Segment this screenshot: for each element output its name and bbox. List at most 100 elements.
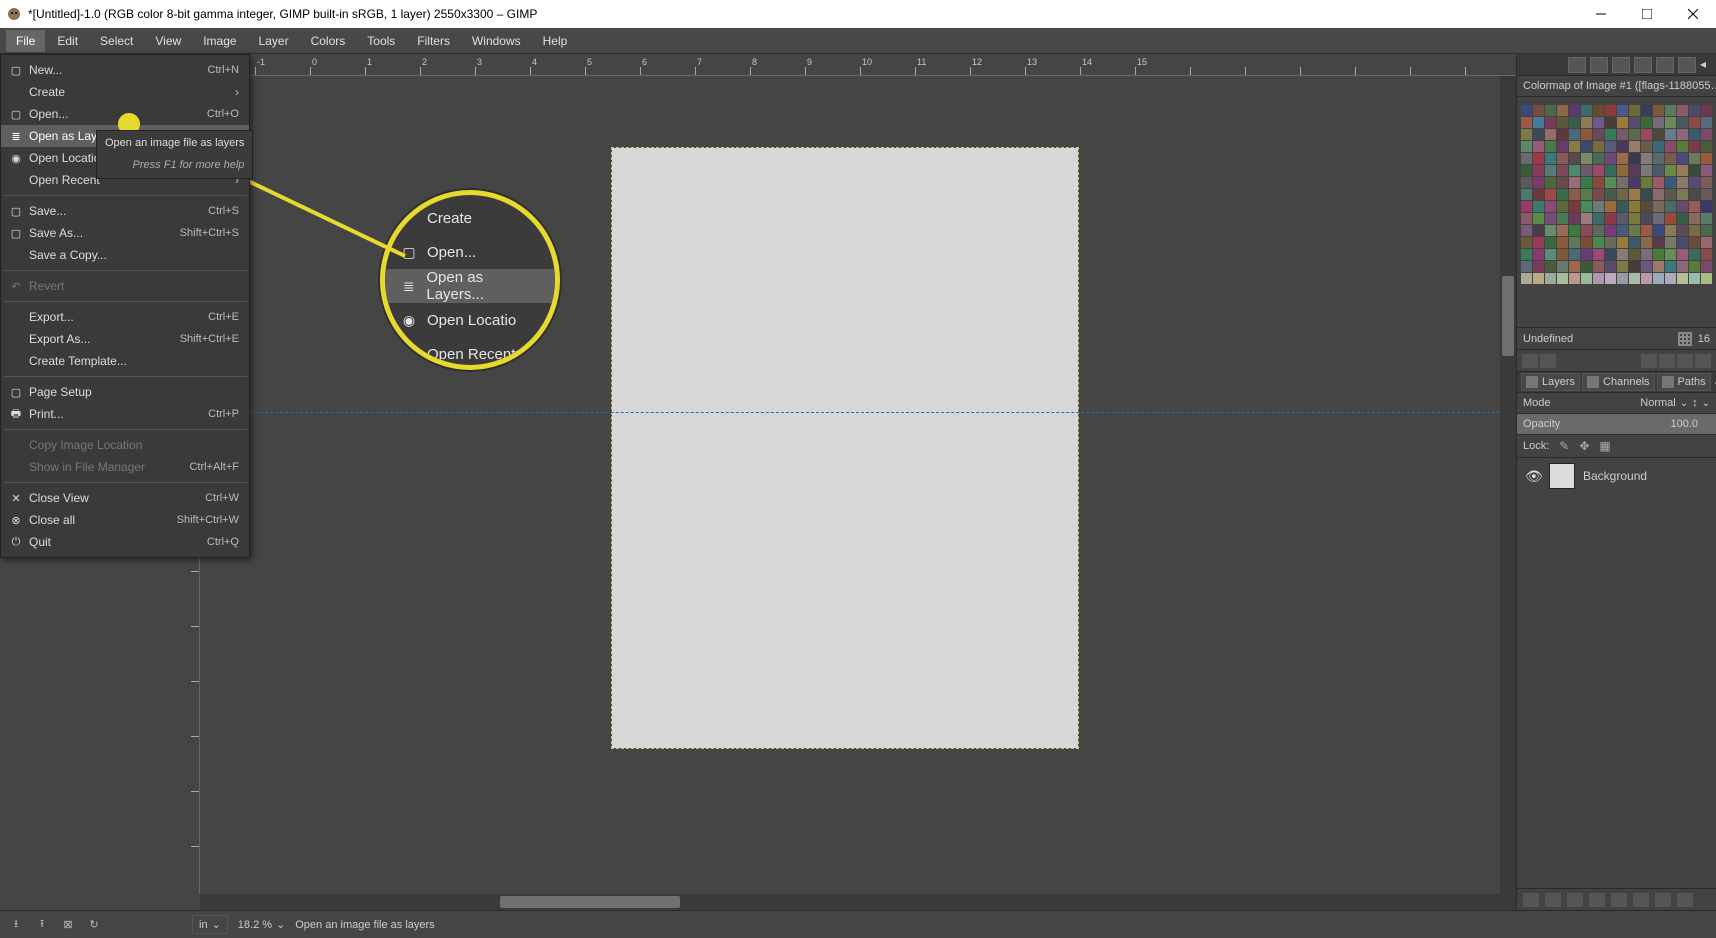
colormap-cell[interactable] <box>1677 141 1688 152</box>
colormap-cell[interactable] <box>1605 153 1616 164</box>
menu-view[interactable]: View <box>145 30 191 52</box>
colormap-cell[interactable] <box>1665 261 1676 272</box>
colormap-cell[interactable] <box>1557 177 1568 188</box>
menu-filters[interactable]: Filters <box>407 30 460 52</box>
colormap-cell[interactable] <box>1545 213 1556 224</box>
colormap-cell[interactable] <box>1545 153 1556 164</box>
colormap-cell[interactable] <box>1521 237 1532 248</box>
colormap-cell[interactable] <box>1677 249 1688 260</box>
colormap-cell[interactable] <box>1557 225 1568 236</box>
colormap-cell[interactable] <box>1653 237 1664 248</box>
colormap-cell[interactable] <box>1617 213 1628 224</box>
colormap-cell[interactable] <box>1605 129 1616 140</box>
colormap-cell[interactable] <box>1665 249 1676 260</box>
colormap-cell[interactable] <box>1665 201 1676 212</box>
colormap-cell[interactable] <box>1629 273 1640 284</box>
ruler-horizontal[interactable]: -2 -1 0 1 2 3 4 5 6 7 8 9 10 11 12 13 14… <box>200 54 1516 76</box>
maximize-button[interactable] <box>1624 0 1670 28</box>
colormap-cell[interactable] <box>1521 189 1532 200</box>
colormap-cell[interactable] <box>1677 117 1688 128</box>
status-icon[interactable]: ⭳ <box>8 917 24 933</box>
colormap-cell[interactable] <box>1545 165 1556 176</box>
colormap-cell[interactable] <box>1533 237 1544 248</box>
colormap-cell[interactable] <box>1533 213 1544 224</box>
colormap-cell[interactable] <box>1653 225 1664 236</box>
colormap-cell[interactable] <box>1593 213 1604 224</box>
colormap-cell[interactable] <box>1557 237 1568 248</box>
colormap-cell[interactable] <box>1641 225 1652 236</box>
colormap-cell[interactable] <box>1617 189 1628 200</box>
colormap-cell[interactable] <box>1545 117 1556 128</box>
colormap-cell[interactable] <box>1521 225 1532 236</box>
file-menu-item[interactable]: ▢Save As...Shift+Ctrl+S <box>1 222 249 244</box>
mode-switch-icon[interactable]: ↕ <box>1692 397 1698 409</box>
colormap-cell[interactable] <box>1581 213 1592 224</box>
colormap-cell[interactable] <box>1593 237 1604 248</box>
colormap-cell[interactable] <box>1521 117 1532 128</box>
colormap-cell[interactable] <box>1617 225 1628 236</box>
colormap-cell[interactable] <box>1641 237 1652 248</box>
colormap-cell[interactable] <box>1533 141 1544 152</box>
colormap-cell[interactable] <box>1557 189 1568 200</box>
colormap-cell[interactable] <box>1605 249 1616 260</box>
colormap-cell[interactable] <box>1581 189 1592 200</box>
colormap-cell[interactable] <box>1617 153 1628 164</box>
colormap-cell[interactable] <box>1689 105 1700 116</box>
colormap-cell[interactable] <box>1677 105 1688 116</box>
tab-layers[interactable]: Layers <box>1521 373 1580 391</box>
colormap-cell[interactable] <box>1665 237 1676 248</box>
colormap-cell[interactable] <box>1557 165 1568 176</box>
colormap-cell[interactable] <box>1629 201 1640 212</box>
colormap-cell[interactable] <box>1533 117 1544 128</box>
colormap-cell[interactable] <box>1629 261 1640 272</box>
colormap-cell[interactable] <box>1557 261 1568 272</box>
colormap-cell[interactable] <box>1629 141 1640 152</box>
colormap-cell[interactable] <box>1617 249 1628 260</box>
dock-tab-menu-icon[interactable]: ◂ <box>1700 57 1712 73</box>
layer-row[interactable]: 👁 Background <box>1517 458 1716 494</box>
colormap-cell[interactable] <box>1569 141 1580 152</box>
lower-layer-button[interactable] <box>1589 893 1605 907</box>
colormap-cell[interactable] <box>1605 165 1616 176</box>
colormap-cell[interactable] <box>1617 201 1628 212</box>
colormap-cell[interactable] <box>1557 201 1568 212</box>
chevron-down-icon[interactable]: ⌄ <box>1680 398 1688 409</box>
file-menu-item[interactable]: Create› <box>1 81 249 103</box>
colormap-cell[interactable] <box>1653 141 1664 152</box>
colormap-cell[interactable] <box>1701 249 1712 260</box>
colormap-cell[interactable] <box>1605 201 1616 212</box>
colormap-cell[interactable] <box>1581 153 1592 164</box>
colormap-cell[interactable] <box>1545 201 1556 212</box>
colormap-cell[interactable] <box>1689 177 1700 188</box>
file-menu-item[interactable]: ⊗Close allShift+Ctrl+W <box>1 509 249 531</box>
colormap-cell[interactable] <box>1521 153 1532 164</box>
colormap-cell[interactable] <box>1593 225 1604 236</box>
colormap-cell[interactable] <box>1629 117 1640 128</box>
colormap-cell[interactable] <box>1521 165 1532 176</box>
colormap-cell[interactable] <box>1569 129 1580 140</box>
colormap-cell[interactable] <box>1533 105 1544 116</box>
colormap-cell[interactable] <box>1701 165 1712 176</box>
file-menu-item[interactable]: Export...Ctrl+E <box>1 306 249 328</box>
colormap-cell[interactable] <box>1521 129 1532 140</box>
lock-position-icon[interactable]: ✥ <box>1579 439 1589 453</box>
colormap-cell[interactable] <box>1629 153 1640 164</box>
menu-windows[interactable]: Windows <box>462 30 531 52</box>
colormap-cell[interactable] <box>1569 117 1580 128</box>
colormap-cell[interactable] <box>1689 117 1700 128</box>
colormap-cell[interactable] <box>1689 213 1700 224</box>
colormap-cell[interactable] <box>1653 273 1664 284</box>
colormap-edit-button[interactable] <box>1521 353 1539 369</box>
colormap-add-button[interactable] <box>1539 353 1557 369</box>
colormap-cell[interactable] <box>1677 129 1688 140</box>
colormap-cell[interactable] <box>1545 129 1556 140</box>
mode-value[interactable]: Normal <box>1640 397 1675 409</box>
opacity-slider[interactable]: Opacity 100.0 <box>1517 414 1716 435</box>
colormap-cell[interactable] <box>1701 273 1712 284</box>
colormap-cell[interactable] <box>1593 201 1604 212</box>
colormap-cell[interactable] <box>1701 129 1712 140</box>
menu-edit[interactable]: Edit <box>47 30 88 52</box>
colormap-cell[interactable] <box>1689 261 1700 272</box>
colormap-cell[interactable] <box>1581 201 1592 212</box>
colormap-cell[interactable] <box>1701 189 1712 200</box>
